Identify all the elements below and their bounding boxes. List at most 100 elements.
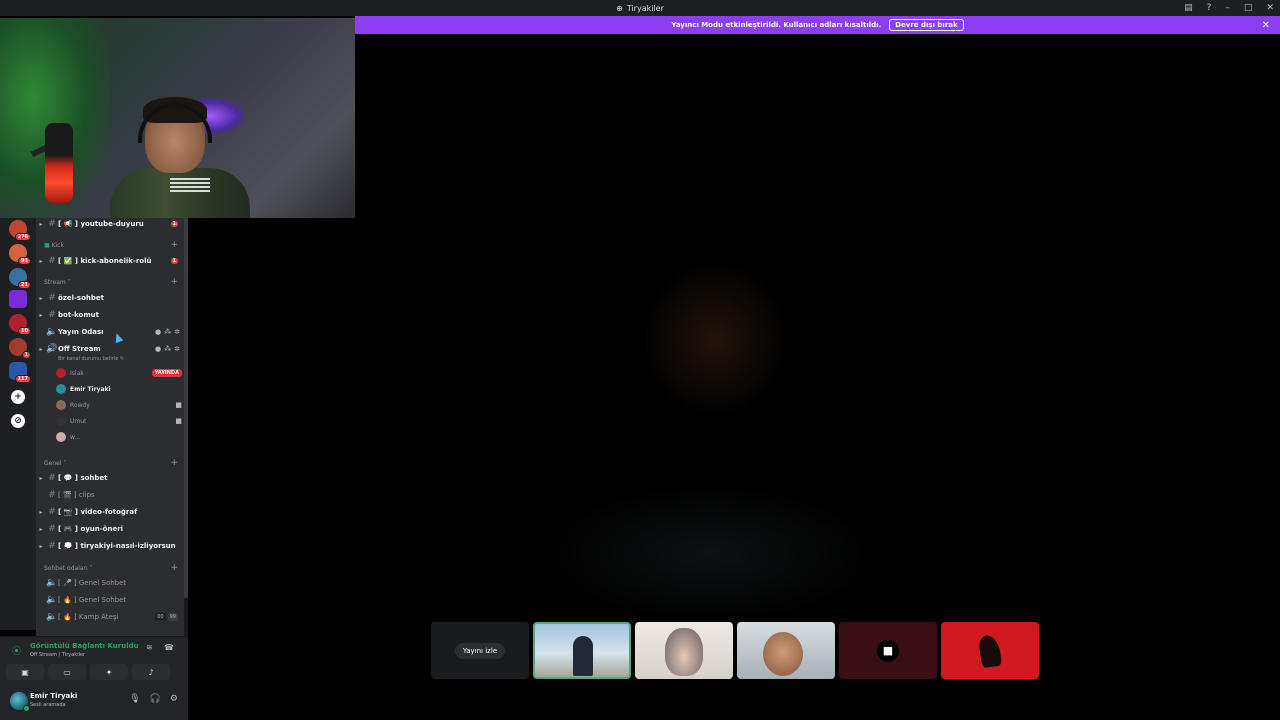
mention-badge: 1: [170, 258, 178, 264]
server-icon-1[interactable]: 276: [9, 220, 31, 241]
voice-channel-yayin-odasi[interactable]: 🔈 Yayın Odası ● ⁂ ✲: [36, 324, 184, 340]
server-badge: 21: [18, 281, 31, 289]
screen-share-button[interactable]: ▭: [48, 664, 86, 680]
webcam-overlay: [0, 18, 355, 218]
title-bar: ⊕ Tiryakiler ▤ ? – □ ✕: [0, 0, 1280, 16]
hash-icon: #: [48, 293, 56, 303]
channel-clips[interactable]: # [ 🎬 ] clips: [36, 487, 184, 503]
server-badge: 93: [18, 257, 31, 265]
server-icon-4[interactable]: [9, 290, 27, 308]
voice-channel-genel-sohbet[interactable]: 🔈 [ 🔥 ] Genel Sohbet: [36, 592, 184, 608]
category-genel[interactable]: Genel ˅: [44, 460, 66, 467]
microphone-icon[interactable]: 🎙: [129, 694, 140, 704]
tile-participant[interactable]: [533, 622, 631, 679]
expand-arrow-icon: ▸: [39, 345, 43, 353]
add-server-icon[interactable]: +: [11, 390, 25, 404]
server-icon-7[interactable]: 117: [9, 362, 31, 383]
voice-user[interactable]: Islak YAYINDA: [56, 366, 182, 380]
tile-watch-stream[interactable]: Yayını izle: [431, 622, 529, 679]
hash-icon: #: [48, 219, 56, 229]
expand-arrow-icon: ▸: [39, 474, 43, 482]
server-badge: 1: [21, 351, 31, 359]
add-channel-icon[interactable]: +: [170, 563, 178, 573]
category-stream[interactable]: Stream ˅: [44, 279, 71, 286]
noise-suppression-icon[interactable]: ≋: [146, 643, 153, 652]
category-sohbet-odalari[interactable]: Sohbet odaları ˅: [44, 565, 93, 572]
chat-icon[interactable]: ●: [155, 345, 161, 353]
camera-icon: ■: [175, 401, 182, 409]
close-window-button[interactable]: ✕: [1266, 3, 1274, 13]
avatar: [56, 368, 66, 378]
channel-video-fotograf[interactable]: ▸ # [ 📷 ] video-fotoğraf: [36, 504, 184, 520]
hash-icon: #: [48, 507, 56, 517]
chat-icon[interactable]: ●: [155, 328, 161, 336]
live-badge: YAYINDA: [151, 369, 182, 377]
category-kick[interactable]: ■ Kick: [44, 242, 64, 249]
gear-icon[interactable]: ✲: [174, 345, 180, 353]
server-icon-6[interactable]: 1: [9, 338, 31, 359]
add-channel-icon[interactable]: +: [170, 277, 178, 287]
headphones-icon[interactable]: 🎧: [150, 694, 161, 704]
voice-user[interactable]: w...: [56, 430, 182, 444]
channel-kick-abonelik[interactable]: ▸ # [ ✅ ] kick-abonelik-rolü 1: [36, 253, 184, 269]
maximize-button[interactable]: □: [1244, 3, 1253, 13]
speaker-icon: 🔈: [46, 578, 58, 588]
soundboard-button[interactable]: ♪: [132, 664, 170, 680]
invite-icon[interactable]: ⁂: [164, 345, 171, 353]
voice-channel-off-stream[interactable]: ▸ 🔊 Off Stream ● ⁂ ✲: [36, 341, 184, 357]
voice-channel-kamp-atesi[interactable]: 🔈 [ 🔥 ] Kamp Ateşi 00 99: [36, 609, 184, 625]
camera-icon: ■: [877, 639, 899, 662]
user-panel: Emir Tiryaki Sesli aramada 🎙 🎧 ⚙: [0, 684, 188, 720]
server-icon-2[interactable]: 93: [9, 244, 31, 265]
discover-icon[interactable]: ⊘: [11, 414, 25, 428]
inbox-icon[interactable]: ▤: [1184, 3, 1193, 13]
gear-icon[interactable]: ⚙: [170, 694, 178, 704]
disable-streamer-mode-button[interactable]: Devre dışı bırak: [889, 19, 964, 31]
hash-icon: #: [48, 524, 56, 534]
voice-user[interactable]: Emir Tiryaki: [56, 382, 182, 396]
help-icon[interactable]: ?: [1207, 3, 1212, 13]
channel-youtube-duyuru[interactable]: ▸ # [ 📢 ] youtube-duyuru 1: [36, 216, 184, 232]
hash-icon: #: [48, 490, 56, 500]
channel-sohbet[interactable]: ▸ # [ 💬 ] sohbet: [36, 470, 184, 486]
tile-participant[interactable]: [635, 622, 733, 679]
voice-user[interactable]: Umut ■: [56, 414, 182, 428]
watch-stream-button[interactable]: Yayını izle: [454, 642, 506, 659]
server-badge: 10: [18, 327, 31, 335]
username[interactable]: Emir Tiryaki: [30, 692, 77, 700]
close-icon[interactable]: ✕: [1262, 20, 1270, 31]
tile-participant[interactable]: [737, 622, 835, 679]
voice-channel-genel-sohbet[interactable]: 🔈 [ 🎤 ] Genel Sohbet: [36, 575, 184, 591]
speaker-icon: 🔈: [46, 327, 58, 337]
voice-location[interactable]: Off Stream / Tiryakiler: [30, 652, 85, 658]
gear-icon[interactable]: ✲: [174, 328, 180, 336]
camera-button[interactable]: ▣: [6, 664, 44, 680]
expand-arrow-icon: ▸: [39, 311, 43, 319]
disconnect-icon[interactable]: ☎: [164, 643, 174, 652]
channel-oyun-oneri[interactable]: ▸ # [ 🎮 ] oyun-öneri: [36, 521, 184, 537]
tile-participant[interactable]: ■: [839, 622, 937, 679]
signal-icon[interactable]: ⦿: [12, 644, 21, 657]
server-badge: 276: [14, 233, 31, 241]
tile-participant[interactable]: [941, 622, 1039, 679]
sidebar-scrollbar[interactable]: [184, 218, 188, 636]
streamer-figure: [110, 97, 250, 218]
server-icon-3[interactable]: 21: [9, 268, 31, 289]
banner-text: Yayıncı Modu etkinleştirildi. Kullanıcı …: [671, 21, 882, 29]
add-channel-icon[interactable]: +: [170, 458, 178, 468]
channel-status-hint[interactable]: Bir kanal durumu belirle ✎: [58, 356, 124, 362]
avatar: [56, 416, 66, 426]
participant-tiles: Yayını izle ■: [431, 622, 1039, 679]
activity-button[interactable]: ✦: [90, 664, 128, 680]
channel-ozel-sohbet[interactable]: ▸ # özel-sohbet: [36, 290, 184, 306]
channel-bot-komut[interactable]: ▸ # bot-komut: [36, 307, 184, 323]
channel-tiryakiyi[interactable]: ▸ # [ 💭 ] tiryakiyi-nasıl-izliyorsun: [36, 538, 184, 554]
voice-status[interactable]: Görüntülü Bağlantı Kuruldu: [30, 642, 139, 650]
add-channel-icon[interactable]: +: [170, 240, 178, 250]
stream-stage[interactable]: [355, 34, 1280, 720]
streamer-mode-banner: Yayıncı Modu etkinleştirildi. Kullanıcı …: [355, 16, 1280, 34]
invite-icon[interactable]: ⁂: [164, 328, 171, 336]
minimize-button[interactable]: –: [1225, 3, 1230, 13]
server-icon-5[interactable]: 10: [9, 314, 31, 335]
voice-user[interactable]: Rowdy ■: [56, 398, 182, 412]
